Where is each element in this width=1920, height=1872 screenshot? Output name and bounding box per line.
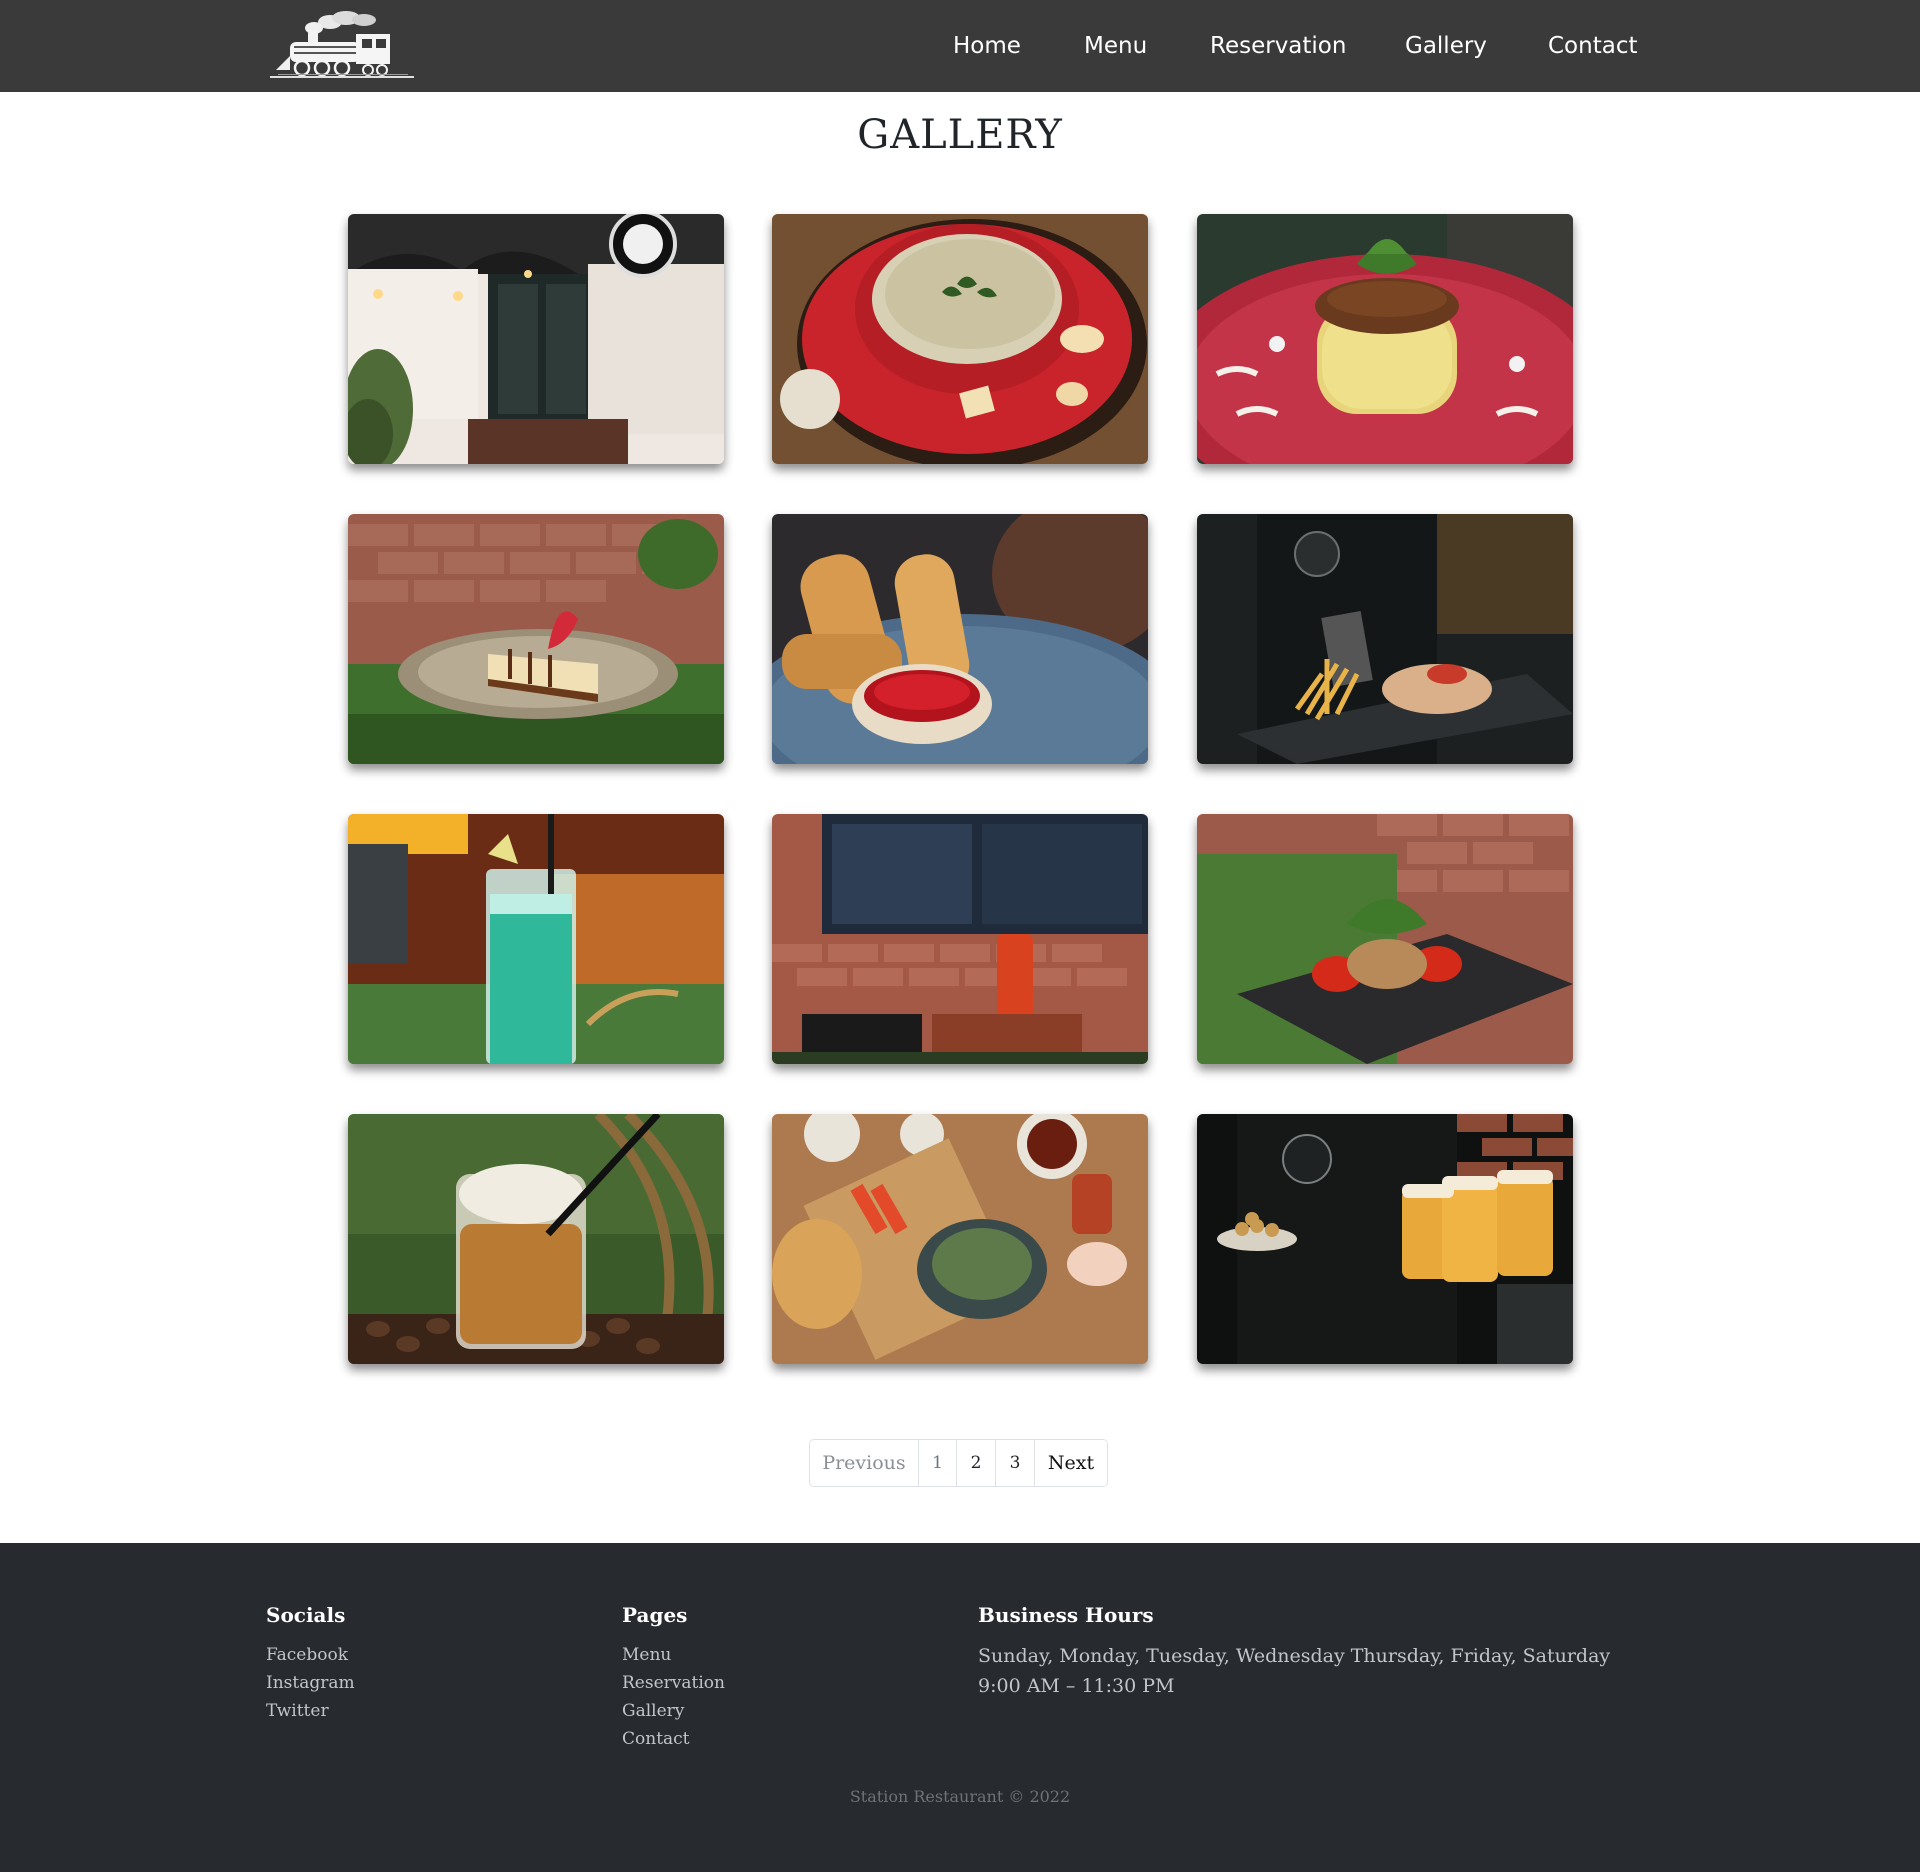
iced-coffee-photo[interactable] — [348, 1114, 724, 1364]
footer-business-hours: Business Hours Sunday, Monday, Tuesday, … — [978, 1603, 1610, 1701]
footer-copyright: Station Restaurant © 2022 — [849, 1787, 1071, 1806]
footer-reservation-link[interactable]: Reservation — [622, 1669, 725, 1697]
waiter-fries-photo[interactable] — [1197, 514, 1573, 764]
grilled-plate-photo[interactable] — [1197, 814, 1573, 1064]
nav-gallery-link[interactable]: Gallery — [1405, 30, 1487, 62]
pagination-page-1[interactable]: 1 — [919, 1440, 957, 1486]
footer-hours-time: 9:00 AM – 11:30 PM — [978, 1675, 1175, 1697]
green-drink-photo[interactable] — [348, 814, 724, 1064]
nav-reservation-link[interactable]: Reservation — [1210, 30, 1346, 62]
pagination-page-2[interactable]: 2 — [957, 1440, 996, 1486]
soup-bowl-photo[interactable] — [772, 214, 1148, 464]
cheesecake-photo[interactable] — [348, 514, 724, 764]
red-drink-train-photo[interactable] — [772, 814, 1148, 1064]
rice-dish-photo[interactable] — [1197, 214, 1573, 464]
pagination-next-button[interactable]: Next — [1035, 1440, 1107, 1486]
pagination: Previous 1 2 3 Next — [809, 1439, 1108, 1487]
footer-pages-heading: Pages — [622, 1603, 688, 1627]
pagination-previous-button[interactable]: Previous — [810, 1440, 919, 1486]
nav-home-link[interactable]: Home — [953, 30, 1021, 62]
footer-hours-heading: Business Hours — [978, 1603, 1154, 1627]
fried-sticks-photo[interactable] — [772, 514, 1148, 764]
footer-instagram-link[interactable]: Instagram — [266, 1669, 355, 1697]
top-navbar: Home Menu Reservation Gallery Contact — [0, 0, 1920, 92]
footer-socials: Socials Facebook Instagram Twitter — [266, 1603, 355, 1725]
footer-facebook-link[interactable]: Facebook — [266, 1641, 355, 1669]
page-title: GALLERY — [857, 112, 1063, 158]
footer-hours-days: Sunday, Monday, Tuesday, Wednesday Thurs… — [978, 1645, 1611, 1667]
footer-pages: Pages Menu Reservation Gallery Contact — [622, 1603, 725, 1753]
footer-contact-link[interactable]: Contact — [622, 1725, 725, 1753]
restaurant-entrance-photo[interactable] — [348, 214, 724, 464]
footer-gallery-link[interactable]: Gallery — [622, 1697, 725, 1725]
site-footer: Socials Facebook Instagram Twitter Pages… — [0, 1543, 1920, 1872]
nav-contact-link[interactable]: Contact — [1548, 30, 1637, 62]
pagination-page-3[interactable]: 3 — [996, 1440, 1035, 1486]
footer-twitter-link[interactable]: Twitter — [266, 1697, 355, 1725]
footer-menu-link[interactable]: Menu — [622, 1641, 725, 1669]
footer-socials-heading: Socials — [266, 1603, 346, 1627]
beer-waiter-photo[interactable] — [1197, 1114, 1573, 1364]
nav-menu-link[interactable]: Menu — [1084, 30, 1147, 62]
breakfast-table-photo[interactable] — [772, 1114, 1148, 1364]
steam-train-logo-icon[interactable] — [268, 10, 416, 82]
